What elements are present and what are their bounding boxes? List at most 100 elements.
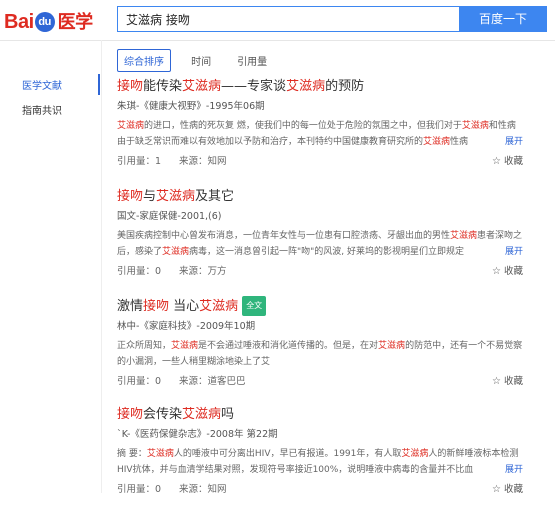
result-item: 接吻能传染艾滋病——专家谈艾滋病的预防 朱琪-《健康大视野》-1995年06期 …: [117, 78, 523, 188]
text-segment: 的预防: [325, 79, 365, 94]
text-segment: 当心: [169, 299, 200, 314]
highlight-term: 接吻: [117, 407, 144, 422]
text-segment: 激情: [117, 299, 144, 314]
highlight-term: 艾滋病: [199, 299, 239, 314]
sidebar: 医学文献 指南共识: [0, 74, 100, 124]
favorite-label: 收藏: [503, 376, 523, 387]
citation-count: 引用量：0: [117, 484, 162, 495]
tab-comprehensive[interactable]: 综合排序: [117, 49, 171, 72]
text-segment: 美国疾病控制中心曾发布消息，一位青年女性与一位患有口腔溃疡、牙龈出血的男性: [117, 231, 451, 241]
citation-count: 引用量：1: [117, 156, 162, 167]
text-segment: 及其它: [195, 189, 235, 204]
text-segment: 的进口，性病的死灰复 燃，使我们中的每一位处于危险的氛围之中，但我们对于: [144, 121, 462, 131]
result-item: 接吻与艾滋病及其它 国文-家庭保健-2001,(6) 美国疾病控制中心曾发布消息…: [117, 188, 523, 296]
logo-paw-du: du: [34, 12, 55, 32]
source-label: 来源：知网: [179, 156, 227, 167]
highlight-term: 艾滋病: [286, 79, 326, 94]
abstract-text: 正众所周知，艾滋病是不会通过唾液和消化道传播的。但是，在对艾滋病的防范中，还有一…: [117, 341, 522, 367]
text-segment: 正众所周知，: [117, 341, 172, 351]
text-segment: 吗: [221, 407, 235, 422]
text-segment: 是不会通过唾液和消化道传播的。但是，在对: [198, 341, 379, 351]
star-icon: ☆: [492, 484, 501, 495]
favorite-label: 收藏: [503, 484, 523, 495]
favorite-button[interactable]: ☆ 收藏: [492, 375, 523, 389]
tab-citations[interactable]: 引用量: [231, 50, 273, 71]
fulltext-badge[interactable]: 全文: [242, 296, 267, 316]
text-segment: 摘 要：: [117, 449, 147, 459]
highlight-term: 艾滋病: [423, 137, 451, 147]
text-segment: ——专家谈: [221, 79, 287, 94]
star-icon: ☆: [492, 266, 501, 277]
highlight-term: 艾滋病: [461, 121, 489, 131]
highlight-term: 艾滋病: [146, 449, 174, 459]
highlight-term: 艾滋病: [162, 247, 190, 257]
highlight-term: 艾滋病: [171, 341, 199, 351]
expand-link[interactable]: 展开: [500, 134, 523, 150]
result-title[interactable]: 接吻与艾滋病及其它: [117, 188, 523, 206]
top-bar: Baidu医学 百度一下: [0, 0, 555, 41]
highlight-term: 接吻: [143, 299, 170, 314]
text-segment: 病毒，这一消息曾引起一阵"吻"的风波, 好莱坞的影视明星们立即规定: [189, 247, 465, 257]
source-label: 来源：道客巴巴: [179, 376, 246, 387]
title-text: 激情接吻 当心艾滋病: [117, 299, 238, 314]
result-abstract: 美国疾病控制中心曾发布消息，一位青年女性与一位患有口腔溃疡、牙龈出血的男性艾滋病…: [117, 228, 523, 260]
star-icon: ☆: [492, 156, 501, 167]
result-abstract: 艾滋病的进口，性病的死灰复 燃，使我们中的每一位处于危险的氛围之中，但我们对于艾…: [117, 118, 523, 150]
highlight-term: 艾滋病: [182, 407, 222, 422]
result-item: 接吻会传染艾滋病吗 `K-《医药保健杂志》-2008年 第22期 摘 要：艾滋病…: [117, 406, 523, 506]
sidebar-item-guidelines[interactable]: 指南共识: [0, 99, 100, 120]
text-segment: 与: [143, 189, 157, 204]
source-label: 来源：知网: [179, 484, 227, 495]
favorite-button[interactable]: ☆ 收藏: [492, 265, 523, 279]
favorite-label: 收藏: [503, 156, 523, 167]
source-label: 来源：万方: [179, 266, 227, 277]
highlight-term: 接吻: [117, 79, 144, 94]
star-icon: ☆: [492, 376, 501, 387]
result-footer: 引用量：0 来源：万方 ☆ 收藏: [117, 265, 523, 279]
highlight-term: 艾滋病: [378, 341, 406, 351]
highlight-term: 艾滋病: [450, 231, 478, 241]
favorite-button[interactable]: ☆ 收藏: [492, 155, 523, 169]
search-input[interactable]: [118, 7, 474, 31]
sort-tabs: 综合排序 时间 引用量: [117, 49, 282, 72]
text-segment: 人的唾液中可分离出HIV，早已有报道。1991年，有人取: [173, 449, 402, 459]
abstract-text: 摘 要：艾滋病人的唾液中可分离出HIV，早已有报道。1991年，有人取艾滋病人的…: [117, 449, 518, 475]
logo-text-bai: Bai: [4, 11, 34, 33]
expand-link[interactable]: 展开: [500, 462, 523, 478]
text-segment: 会传染: [143, 407, 183, 422]
abstract-text: 美国疾病控制中心曾发布消息，一位青年女性与一位患有口腔溃疡、牙龈出血的男性艾滋病…: [117, 231, 522, 257]
tab-time[interactable]: 时间: [185, 50, 217, 71]
result-footer: 引用量：0 来源：道客巴巴 ☆ 收藏: [117, 375, 523, 389]
result-title[interactable]: 激情接吻 当心艾滋病 全文: [117, 296, 523, 316]
result-meta: 林中-《家庭科技》-2009年10期: [117, 321, 256, 332]
text-segment: 能传染: [143, 79, 183, 94]
result-footer: 引用量：1 来源：知网 ☆ 收藏: [117, 155, 523, 169]
result-item: 激情接吻 当心艾滋病 全文 林中-《家庭科技》-2009年10期 正众所周知，艾滋…: [117, 296, 523, 406]
citation-count: 引用量：0: [117, 266, 162, 277]
highlight-term: 接吻: [117, 189, 144, 204]
highlight-term: 艾滋病: [117, 121, 145, 131]
sidebar-item-literature[interactable]: 医学文献: [0, 74, 100, 95]
highlight-term: 艾滋病: [156, 189, 196, 204]
abstract-text: 艾滋病的进口，性病的死灰复 燃，使我们中的每一位处于危险的氛围之中，但我们对于艾…: [117, 121, 516, 147]
favorite-label: 收藏: [503, 266, 523, 277]
logo-text-medical: 医学: [57, 12, 94, 32]
results-list: 接吻能传染艾滋病——专家谈艾滋病的预防 朱琪-《健康大视野》-1995年06期 …: [117, 78, 523, 506]
favorite-button[interactable]: ☆ 收藏: [492, 483, 523, 497]
sidebar-divider: [101, 40, 102, 493]
search-button[interactable]: 百度一下: [459, 6, 547, 32]
result-meta: 国文-家庭保健-2001,(6): [117, 211, 222, 222]
result-meta: `K-《医药保健杂志》-2008年 第22期: [117, 429, 278, 440]
result-title[interactable]: 接吻会传染艾滋病吗: [117, 406, 523, 424]
baidu-medical-logo[interactable]: Bai du 医学: [4, 8, 93, 34]
result-meta: 朱琪-《健康大视野》-1995年06期: [117, 101, 265, 112]
expand-link[interactable]: 展开: [500, 244, 523, 260]
text-segment: 性病: [450, 137, 469, 147]
highlight-term: 艾滋病: [401, 449, 429, 459]
result-footer: 引用量：0 来源：知网 ☆ 收藏: [117, 483, 523, 497]
result-abstract: 正众所周知，艾滋病是不会通过唾液和消化道传播的。但是，在对艾滋病的防范中，还有一…: [117, 338, 523, 370]
result-title[interactable]: 接吻能传染艾滋病——专家谈艾滋病的预防: [117, 78, 523, 96]
citation-count: 引用量：0: [117, 376, 162, 387]
highlight-term: 艾滋病: [182, 79, 222, 94]
result-abstract: 摘 要：艾滋病人的唾液中可分离出HIV，早已有报道。1991年，有人取艾滋病人的…: [117, 446, 523, 478]
